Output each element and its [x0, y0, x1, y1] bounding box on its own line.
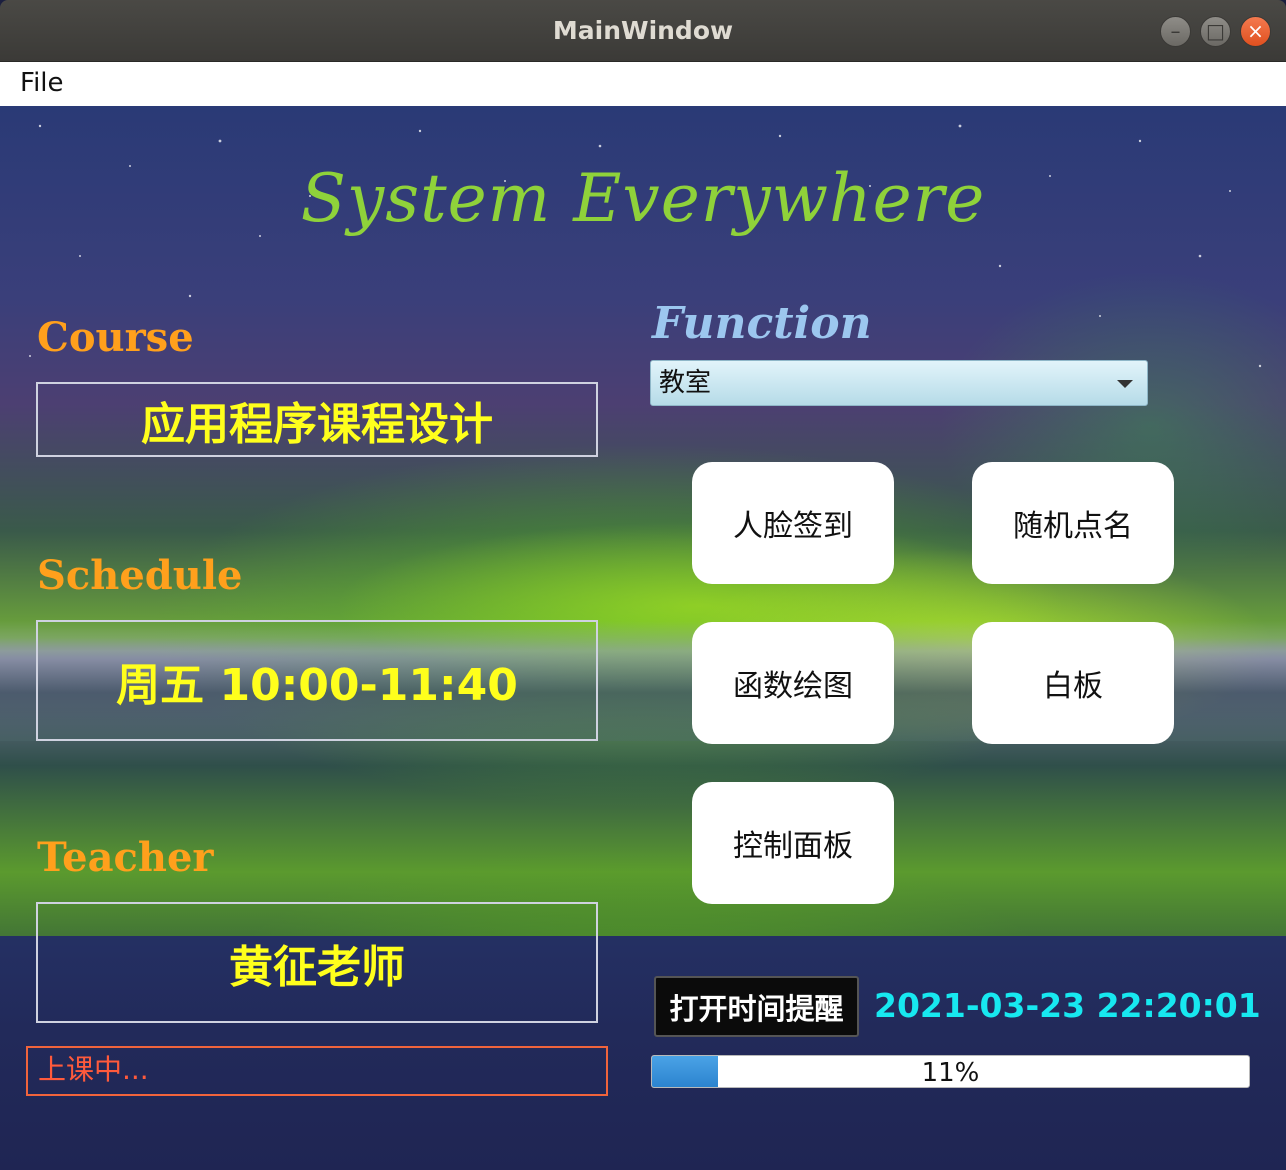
title-bar[interactable]: MainWindow – □ ×: [0, 0, 1286, 62]
app-headline: System Everywhere: [300, 160, 986, 237]
close-icon[interactable]: ×: [1240, 16, 1271, 47]
function-label: Function: [652, 298, 872, 349]
menu-file[interactable]: File: [20, 68, 64, 98]
course-value: 应用程序课程设计: [36, 382, 598, 457]
maximize-icon[interactable]: □: [1200, 16, 1231, 47]
schedule-value: 周五 10:00-11:40: [36, 620, 598, 741]
progress-text: 11%: [921, 1058, 980, 1088]
status-indicator: 上课中...: [26, 1046, 608, 1096]
control-panel-button[interactable]: 控制面板: [692, 782, 894, 904]
course-label: Course: [37, 314, 194, 361]
main-window: MainWindow – □ × File System Everywhere …: [0, 0, 1286, 1170]
function-plot-button[interactable]: 函数绘图: [692, 622, 894, 744]
window-title: MainWindow: [552, 16, 734, 45]
progress-bar: 11%: [651, 1055, 1250, 1088]
teacher-value: 黄征老师: [36, 902, 598, 1023]
teacher-label: Teacher: [37, 834, 214, 881]
schedule-label: Schedule: [37, 552, 243, 599]
face-checkin-button[interactable]: 人脸签到: [692, 462, 894, 584]
time-reminder-button[interactable]: 打开时间提醒: [654, 976, 859, 1037]
minimize-icon[interactable]: –: [1160, 16, 1191, 47]
datetime-display: 2021-03-23 22:20:01: [874, 986, 1261, 1025]
menu-bar: File: [0, 62, 1286, 106]
whiteboard-button[interactable]: 白板: [972, 622, 1174, 744]
chevron-down-icon[interactable]: [1117, 380, 1133, 388]
random-rollcall-button[interactable]: 随机点名: [972, 462, 1174, 584]
combo-value: 教室: [659, 368, 712, 398]
classroom-combo[interactable]: 教室: [650, 360, 1148, 406]
